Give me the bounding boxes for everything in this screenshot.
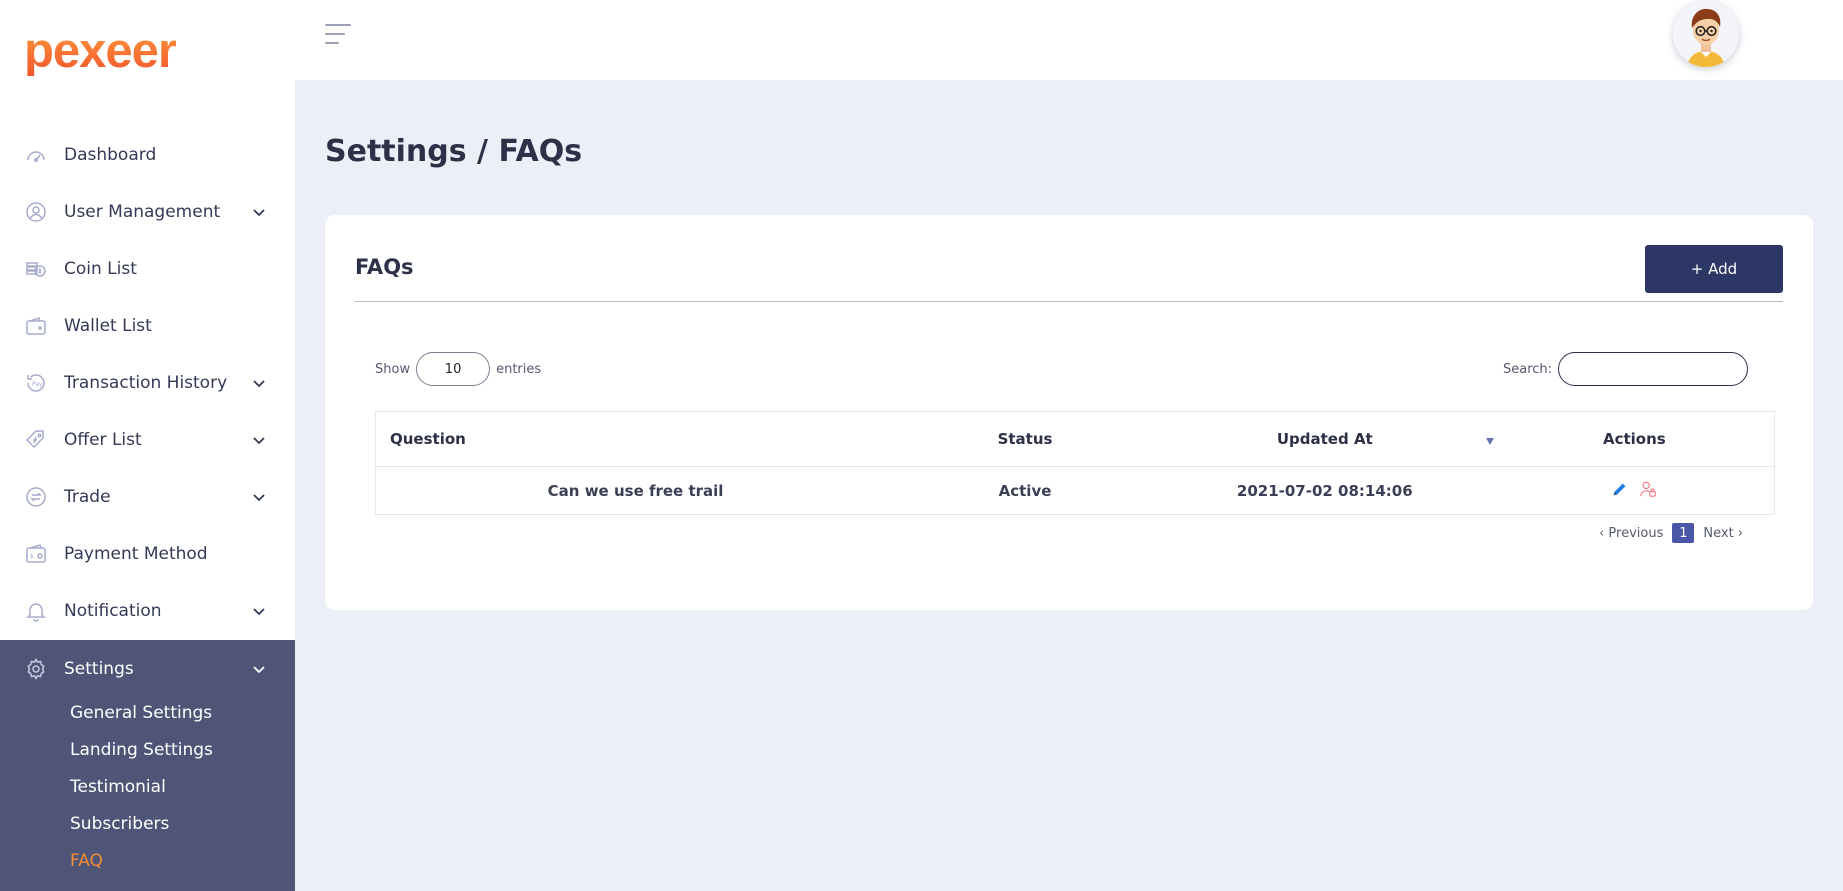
user-circle-icon xyxy=(24,200,48,224)
column-header-status[interactable]: Status xyxy=(895,411,1155,467)
logo-text: pexeer xyxy=(24,24,177,78)
sidebar-item-user-management[interactable]: User Management xyxy=(0,183,295,240)
entries-length-control: Show entries xyxy=(375,352,541,386)
gear-icon xyxy=(24,657,48,681)
search-label: Search: xyxy=(1503,361,1553,377)
submenu-item-faq[interactable]: FAQ xyxy=(70,842,213,879)
table-header-row: Question Status Updated At Actions xyxy=(375,411,1775,467)
cell-updated-at: 2021-07-02 08:14:06 xyxy=(1154,466,1495,515)
settings-submenu: General Settings Landing Settings Testim… xyxy=(70,694,213,879)
sidebar-item-wallet-list[interactable]: Wallet List xyxy=(0,297,295,354)
chevron-down-icon xyxy=(253,379,265,387)
length-prefix: Show xyxy=(375,361,411,377)
table-row: Can we use free trail Active 2021-07-02 … xyxy=(375,466,1775,515)
entries-length-select[interactable] xyxy=(416,352,491,386)
chevron-down-icon xyxy=(253,607,265,615)
cell-question: Can we use free trail xyxy=(375,466,896,515)
chevron-down-icon xyxy=(253,665,265,673)
page-title: Settings / FAQs xyxy=(325,134,583,169)
edit-pencil-icon[interactable] xyxy=(1611,480,1629,498)
faq-card: FAQs + Add Show entries Search: Question… xyxy=(325,215,1813,610)
chevron-down-icon xyxy=(253,436,265,444)
submenu-item-subscribers[interactable]: Subscribers xyxy=(70,805,213,842)
coins-icon xyxy=(24,257,48,281)
length-suffix: entries xyxy=(496,361,542,377)
bell-icon xyxy=(24,599,48,623)
sidebar-item-trade[interactable]: Trade xyxy=(0,468,295,525)
offer-tag-icon xyxy=(24,428,48,452)
column-header-label: Actions xyxy=(1602,430,1666,448)
divider xyxy=(355,301,1783,302)
sidebar-item-label: Trade xyxy=(64,486,111,507)
svg-text:$: $ xyxy=(30,553,34,560)
submenu-item-testimonial[interactable]: Testimonial xyxy=(70,768,213,805)
topbar xyxy=(295,0,1843,80)
cell-actions xyxy=(1494,466,1775,515)
sidebar-settings-group: Settings General Settings Landing Settin… xyxy=(0,640,295,891)
sidebar-item-label: Offer List xyxy=(64,429,142,450)
sort-desc-icon[interactable] xyxy=(1486,438,1494,445)
sidebar: pexeer Dashboard User Management Coin Li… xyxy=(0,0,295,891)
cell-status: Active xyxy=(895,466,1155,515)
column-header-actions: Actions xyxy=(1494,411,1775,467)
brand-logo[interactable]: pexeer xyxy=(24,14,177,78)
sidebar-item-transaction-history[interactable]: Pay Transaction History xyxy=(0,354,295,411)
sidebar-item-offer-list[interactable]: Offer List xyxy=(0,411,295,468)
column-header-updated-at[interactable]: Updated At xyxy=(1154,411,1495,467)
payment-card-icon: $ xyxy=(24,542,48,566)
sidebar-item-label: Notification xyxy=(64,600,162,621)
sidebar-item-label: Coin List xyxy=(64,258,137,279)
current-page-button[interactable]: 1 xyxy=(1672,523,1695,543)
table-search: Search: xyxy=(1503,352,1749,386)
add-faq-button[interactable]: + Add xyxy=(1645,245,1783,293)
pagination: ‹ Previous 1 Next › xyxy=(1599,523,1743,543)
svg-text:Pay: Pay xyxy=(32,381,43,388)
hamburger-icon[interactable] xyxy=(325,24,351,48)
sidebar-item-label: Wallet List xyxy=(64,315,152,336)
sidebar-item-label: Payment Method xyxy=(64,543,208,564)
user-lock-icon[interactable] xyxy=(1639,480,1657,498)
submenu-item-general-settings[interactable]: General Settings xyxy=(70,694,213,731)
card-title: FAQs xyxy=(355,255,414,279)
sidebar-item-notification[interactable]: Notification xyxy=(0,582,295,639)
column-header-label: Updated At xyxy=(1276,430,1373,448)
sidebar-item-settings[interactable]: Settings xyxy=(0,640,295,697)
sidebar-item-label: User Management xyxy=(64,201,221,222)
sidebar-item-label: Transaction History xyxy=(64,372,228,393)
sidebar-item-coin-list[interactable]: Coin List xyxy=(0,240,295,297)
faq-table: Question Status Updated At Actions Can w… xyxy=(375,411,1775,515)
chevron-down-icon xyxy=(253,208,265,216)
submenu-item-landing-settings[interactable]: Landing Settings xyxy=(70,731,213,768)
sidebar-item-label: Dashboard xyxy=(64,144,157,165)
sidebar-item-label: Settings xyxy=(64,658,134,679)
pay-history-icon: Pay xyxy=(24,371,48,395)
user-avatar-icon[interactable] xyxy=(1673,1,1739,67)
wallet-icon xyxy=(24,314,48,338)
column-header-question[interactable]: Question xyxy=(375,411,896,467)
speedometer-icon xyxy=(24,143,48,167)
sidebar-nav: Dashboard User Management Coin List Wall… xyxy=(0,126,295,639)
chevron-down-icon xyxy=(253,493,265,501)
search-input[interactable] xyxy=(1558,352,1749,386)
sidebar-item-payment-method[interactable]: $ Payment Method xyxy=(0,525,295,582)
sidebar-item-dashboard[interactable]: Dashboard xyxy=(0,126,295,183)
exchange-icon xyxy=(24,485,48,509)
next-page-link[interactable]: Next › xyxy=(1703,526,1743,541)
previous-page-link[interactable]: ‹ Previous xyxy=(1599,526,1663,541)
